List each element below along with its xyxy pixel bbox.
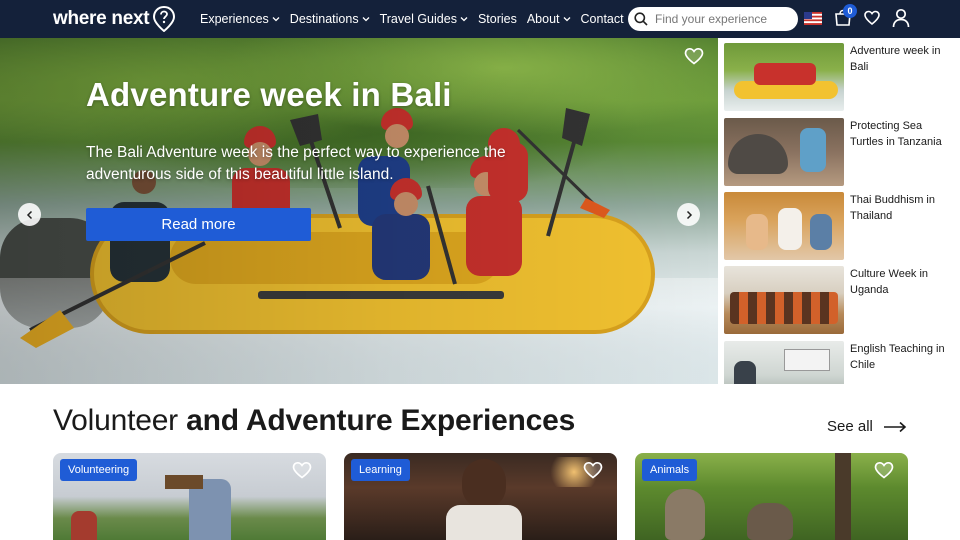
thumb-dancers: [730, 292, 838, 324]
side-item-tanzania[interactable]: Protecting Sea Turtles in Tanzania: [724, 114, 960, 186]
menu-contact[interactable]: Contact: [581, 12, 624, 26]
menu-stories[interactable]: Stories: [478, 12, 517, 26]
cart-count-badge: 0: [843, 4, 857, 18]
see-all-label: See all: [827, 418, 873, 435]
hero-prev-arrow[interactable]: [18, 203, 41, 226]
experience-card-animals[interactable]: Animals: [635, 453, 908, 540]
thumb-person: [800, 128, 826, 172]
side-item-label: Thai Buddhism in Thailand: [850, 194, 935, 222]
side-item-bali[interactable]: Adventure week in Bali: [724, 39, 960, 111]
thumb-person: [810, 214, 832, 250]
menu-about[interactable]: About: [527, 12, 571, 26]
dancers-photo: [724, 266, 844, 334]
main-menu: Experiences Destinations Travel Guides S…: [200, 0, 634, 38]
thumb-person: [734, 361, 756, 384]
menu-travel-guides-label: Travel Guides: [379, 12, 457, 26]
experience-side-list: Adventure week in Bali Protecting Sea Tu…: [718, 38, 960, 384]
chevron-down-icon: [362, 17, 370, 22]
side-item-uganda[interactable]: Culture Week in Uganda: [724, 262, 960, 334]
thumb-person: [778, 208, 802, 250]
hero-title: Adventure week in Bali: [86, 76, 452, 113]
card-photo-tree: [835, 453, 851, 540]
side-item-chile[interactable]: English Teaching in Chile: [724, 337, 960, 384]
experience-card-volunteering[interactable]: Volunteering: [53, 453, 326, 540]
card-favorite-heart-icon[interactable]: [583, 461, 603, 479]
menu-stories-label: Stories: [477, 12, 517, 26]
menu-travel-guides[interactable]: Travel Guides: [380, 12, 468, 26]
tortoise-photo: [724, 118, 844, 186]
thumb-tortoise: [728, 134, 788, 174]
card-photo-person: [71, 511, 97, 540]
us-flag-icon[interactable]: [804, 12, 822, 25]
thumb-board: [784, 349, 830, 371]
top-navigation: where next Experiences Destinations Trav…: [0, 0, 960, 38]
search-icon[interactable]: [634, 12, 648, 26]
search-bar: [628, 7, 798, 31]
section-title: Volunteer and Adventure Experiences: [53, 404, 575, 438]
see-all-link[interactable]: See all: [827, 418, 907, 435]
side-item-label: English Teaching in Chile: [850, 343, 945, 371]
menu-contact-label: Contact: [580, 12, 624, 26]
thumb-person: [746, 214, 768, 250]
chevron-down-icon: [272, 17, 280, 22]
monks-photo: [724, 192, 844, 260]
card-photo-person-body: [446, 505, 522, 540]
chevron-left-icon: [26, 210, 32, 219]
user-icon[interactable]: [892, 8, 910, 28]
rafting-photo: [724, 43, 844, 111]
chevron-down-icon: [563, 17, 570, 22]
side-item-label: Culture Week in Uganda: [850, 268, 929, 296]
hero-description: The Bali Adventure week is the perfect w…: [86, 144, 506, 183]
section-title-bold: and Adventure Experiences: [186, 404, 576, 437]
side-item-label: Adventure week in Bali: [850, 45, 941, 73]
menu-destinations[interactable]: Destinations: [290, 12, 370, 26]
card-favorite-heart-icon[interactable]: [874, 461, 894, 479]
card-photo-lemur: [665, 489, 705, 540]
hero-favorite-heart-icon[interactable]: [684, 47, 704, 65]
card-photo-person-head: [462, 459, 506, 509]
card-tag: Animals: [642, 459, 698, 481]
experience-card-learning[interactable]: Learning: [344, 453, 617, 540]
logo-pin-icon: [153, 6, 176, 32]
card-photo-lemur: [747, 503, 793, 540]
logo[interactable]: where next: [53, 6, 176, 32]
card-photo-crate: [165, 475, 203, 489]
chevron-down-icon: [460, 17, 468, 22]
card-favorite-heart-icon[interactable]: [292, 461, 312, 479]
section-title-light: Volunteer: [53, 404, 178, 437]
side-item-thailand[interactable]: Thai Buddhism in Thailand: [724, 188, 960, 260]
card-tag: Learning: [351, 459, 410, 481]
menu-destinations-label: Destinations: [289, 12, 359, 26]
menu-about-label: About: [526, 12, 560, 26]
logo-text: where next: [53, 8, 150, 29]
hero-banner: Adventure week in Bali The Bali Adventur…: [0, 38, 718, 384]
menu-experiences-label: Experiences: [200, 12, 269, 26]
heart-icon[interactable]: [864, 10, 880, 26]
classroom-photo: [724, 341, 844, 384]
side-item-label: Protecting Sea Turtles in Tanzania: [850, 120, 942, 148]
arrow-right-icon: [883, 421, 907, 432]
card-tag: Volunteering: [60, 459, 138, 481]
chevron-right-icon: [686, 210, 692, 219]
search-input[interactable]: [655, 12, 785, 26]
thumb-rafters: [754, 63, 816, 85]
menu-experiences[interactable]: Experiences: [200, 12, 280, 26]
hero-next-arrow[interactable]: [677, 203, 700, 226]
read-more-button[interactable]: Read more: [86, 208, 311, 241]
